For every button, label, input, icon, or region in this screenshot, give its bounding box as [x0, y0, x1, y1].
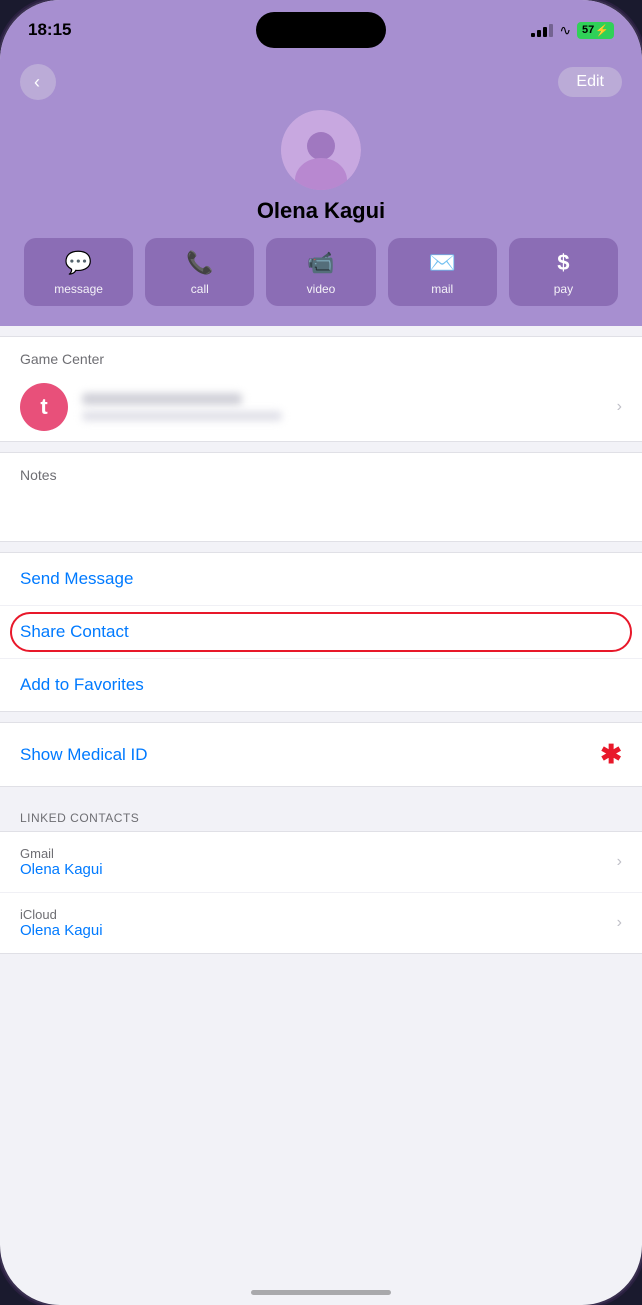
game-avatar: t: [20, 383, 68, 431]
linked-icloud-info: iCloud Olena Kagui: [20, 907, 103, 939]
linked-icloud-chevron-icon: ›: [617, 914, 622, 932]
share-contact-text: Share Contact: [20, 622, 129, 641]
linked-gmail-name: Olena Kagui: [20, 861, 103, 878]
contact-avatar: [281, 110, 361, 190]
status-icons: ∿ 57 ⚡: [531, 22, 614, 39]
add-favorites-text: Add to Favorites: [20, 675, 144, 694]
contact-name: Olena Kagui: [257, 198, 385, 224]
mail-label: mail: [431, 282, 453, 296]
pay-button[interactable]: $ pay: [509, 238, 618, 306]
pay-icon: $: [557, 250, 569, 276]
battery-icon: ⚡: [595, 24, 609, 37]
video-label: video: [307, 282, 336, 296]
linked-gmail-info: Gmail Olena Kagui: [20, 846, 103, 878]
linked-contacts-section: LINKED CONTACTS Gmail Olena Kagui › iClo…: [0, 797, 642, 954]
linked-icloud-name: Olena Kagui: [20, 922, 103, 939]
message-button[interactable]: 💬 message: [24, 238, 133, 306]
avatar-image: [281, 110, 361, 190]
send-message-text: Send Message: [20, 569, 133, 588]
phone-frame: 18:15 ∿ 57 ⚡ ‹ Edit: [0, 0, 642, 1305]
mail-icon: ✉️: [429, 250, 456, 276]
medical-row[interactable]: Show Medical ID ✱: [0, 723, 642, 786]
phone-screen: 18:15 ∿ 57 ⚡ ‹ Edit: [0, 0, 642, 1305]
home-indicator: [251, 1290, 391, 1295]
action-list: Send Message Share Contact Add to Favori…: [0, 552, 642, 712]
avatar-placeholder: [281, 110, 361, 190]
battery-percent: 57: [582, 24, 594, 36]
linked-gmail-source: Gmail: [20, 846, 103, 861]
game-info: [82, 393, 603, 421]
signal-bar-2: [537, 30, 541, 37]
signal-bar-1: [531, 33, 535, 37]
send-message-item[interactable]: Send Message: [0, 553, 642, 606]
share-contact-item[interactable]: Share Contact: [0, 606, 642, 659]
message-icon: 💬: [65, 250, 92, 276]
medical-asterisk-icon: ✱: [600, 739, 622, 770]
signal-bar-4: [549, 24, 553, 37]
linked-contacts-header: LINKED CONTACTS: [0, 797, 642, 831]
notes-label: Notes: [20, 467, 622, 483]
add-favorites-item[interactable]: Add to Favorites: [0, 659, 642, 711]
back-chevron-icon: ‹: [34, 72, 40, 93]
linked-gmail-item[interactable]: Gmail Olena Kagui ›: [0, 832, 642, 893]
back-button[interactable]: ‹: [20, 64, 56, 100]
game-name-blurred: [82, 393, 242, 405]
call-icon: 📞: [186, 250, 213, 276]
wifi-icon: ∿: [559, 22, 571, 39]
linked-contacts-card: Gmail Olena Kagui › iCloud Olena Kagui ›: [0, 831, 642, 954]
status-time: 18:15: [28, 20, 71, 40]
game-center-chevron-icon: ›: [617, 398, 622, 416]
game-center-label: Game Center: [0, 337, 642, 373]
message-label: message: [54, 282, 103, 296]
call-label: call: [191, 282, 209, 296]
medical-section: Show Medical ID ✱: [0, 722, 642, 787]
linked-icloud-source: iCloud: [20, 907, 103, 922]
mail-button[interactable]: ✉️ mail: [388, 238, 497, 306]
action-buttons-row: 💬 message 📞 call 📹 video ✉️ mail $: [20, 238, 622, 306]
game-center-section: Game Center t ›: [0, 336, 642, 442]
pay-label: pay: [554, 282, 573, 296]
content-area: Game Center t › Notes: [0, 326, 642, 1014]
notes-section: Notes: [0, 452, 642, 542]
bottom-spacer: [0, 954, 642, 1014]
contact-header: ‹ Edit Olena Kagui 💬: [0, 54, 642, 326]
signal-icon: [531, 23, 553, 37]
game-avatar-letter: t: [40, 394, 47, 420]
signal-bar-3: [543, 27, 547, 37]
game-center-row[interactable]: t ›: [0, 373, 642, 441]
linked-icloud-item[interactable]: iCloud Olena Kagui ›: [0, 893, 642, 953]
edit-button[interactable]: Edit: [558, 67, 622, 97]
call-button[interactable]: 📞 call: [145, 238, 254, 306]
video-icon: 📹: [307, 250, 334, 276]
game-sub-blurred: [82, 411, 282, 421]
linked-gmail-chevron-icon: ›: [617, 853, 622, 871]
medical-id-text: Show Medical ID: [20, 745, 148, 765]
header-nav: ‹ Edit: [20, 64, 622, 100]
dynamic-island: [256, 12, 386, 48]
video-button[interactable]: 📹 video: [266, 238, 375, 306]
battery-badge: 57 ⚡: [577, 22, 614, 39]
